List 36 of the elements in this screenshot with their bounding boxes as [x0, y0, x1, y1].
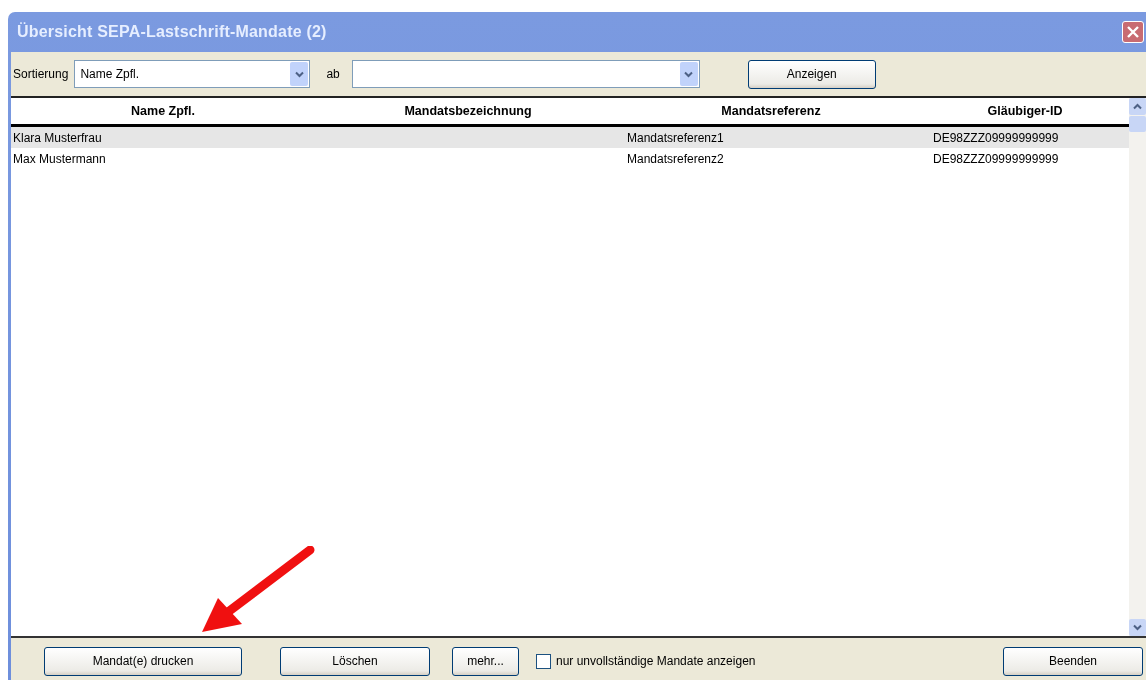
column-header[interactable]: Name Zpfl. [11, 104, 315, 118]
table-cell-text: DE98ZZZ09999999999 [932, 151, 1060, 166]
column-header[interactable]: Mandatsbezeichnung [315, 104, 621, 118]
dropdown-button[interactable] [679, 62, 698, 86]
window-title: Übersicht SEPA-Lastschrift-Mandate (2) [17, 23, 327, 41]
chevron-up-icon [1133, 103, 1142, 110]
footer-button[interactable]: Löschen [280, 646, 430, 676]
footer-button[interactable]: mehr... [452, 646, 519, 676]
table-cell-text: Mandatsreferenz1 [626, 130, 725, 145]
checkbox[interactable] [536, 653, 551, 669]
sort-label: Sortierung [13, 67, 69, 81]
table-cell-text: Mandatsreferenz2 [626, 151, 725, 166]
column-header[interactable]: Mandatsreferenz [621, 104, 921, 118]
scroll-up-button[interactable] [1129, 98, 1146, 115]
from-dropdown[interactable] [351, 60, 700, 88]
scrollbar[interactable] [1129, 98, 1146, 636]
sort-dropdown[interactable]: Name Zpfl. [74, 60, 311, 88]
column-header[interactable]: Gläubiger-ID [921, 104, 1129, 118]
table-row[interactable]: Max Mustermann Mandatsreferenz2 DE98ZZZ09999999999 [11, 148, 1129, 169]
show-button[interactable]: Anzeigen [747, 59, 876, 89]
table-row[interactable]: Klara Musterfrau Mandatsreferenz1 DE98ZZZ09999999999 [11, 127, 1129, 148]
dropdown-button[interactable] [290, 62, 309, 86]
scroll-down-button[interactable] [1129, 619, 1146, 636]
footer-button[interactable]: Mandat(e) drucken [44, 646, 242, 676]
table-cell-text: DE98ZZZ09999999999 [932, 130, 1060, 145]
checkbox-label: nur unvollständige Mandate anzeigen [556, 654, 756, 668]
chevron-down-icon [1133, 624, 1142, 631]
chevron-down-icon [684, 70, 694, 78]
chevron-down-icon [294, 70, 304, 78]
table-cell-text: Max Mustermann [12, 151, 107, 166]
close-icon [1127, 26, 1139, 38]
close-button[interactable] [1122, 21, 1144, 43]
scroll-thumb[interactable] [1129, 116, 1146, 132]
close-button[interactable]: Beenden [1003, 646, 1143, 676]
table-cell-text: Klara Musterfrau [12, 130, 103, 145]
from-label: ab [326, 67, 340, 81]
